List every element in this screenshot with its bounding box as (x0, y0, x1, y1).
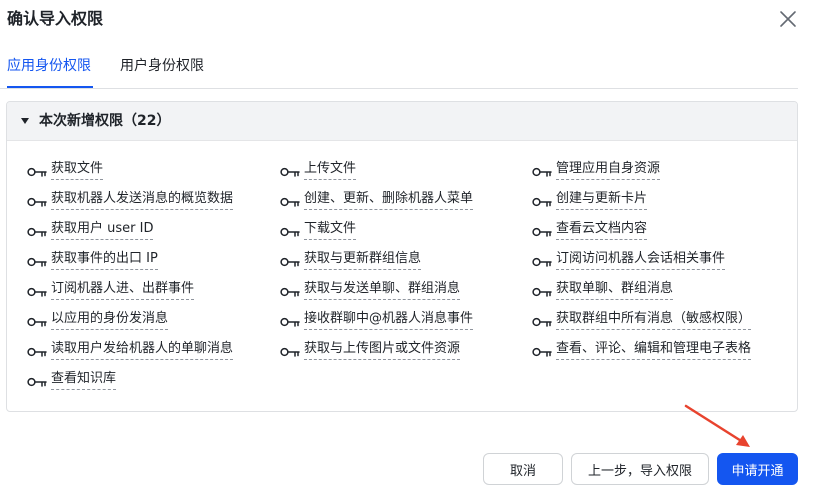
cancel-button[interactable]: 取消 (483, 453, 563, 485)
permission-label[interactable]: 下载文件 (304, 219, 357, 240)
permission-label[interactable]: 读取用户发给机器人的单聊消息 (51, 339, 234, 360)
permission-label[interactable]: 获取事件的出口 IP (51, 249, 158, 270)
permissions-panel: 本次新增权限（22） 获取文件获取机器人发送消息的概览数据 获取用户 user I… (6, 101, 798, 412)
back-button[interactable]: 上一步，导入权限 (571, 453, 709, 485)
tab-user-permissions[interactable]: 用户身份权限 (120, 56, 204, 76)
permission-item: 以应用的身份发消息 (27, 309, 169, 330)
permission-label[interactable]: 获取文件 (51, 159, 104, 180)
permission-item: 管理应用自身资源 (532, 159, 661, 180)
permission-item: 获取机器人发送消息的概览数据 (27, 189, 234, 210)
permission-item: 获取用户 user ID (27, 219, 154, 240)
permission-item: 获取事件的出口 IP (27, 249, 158, 270)
permission-label[interactable]: 创建与更新卡片 (556, 189, 648, 210)
permission-label[interactable]: 查看云文档内容 (556, 219, 648, 240)
key-icon (532, 313, 552, 327)
permission-item: 获取群组中所有消息（敏感权限） (532, 309, 752, 330)
permission-item: 获取与发送单聊、群组消息 (280, 279, 461, 300)
permission-item: 获取与上传图片或文件资源 (280, 339, 461, 360)
tab-bar: 应用身份权限 用户身份权限 (0, 50, 798, 89)
permission-label[interactable]: 以应用的身份发消息 (51, 309, 169, 330)
key-icon (532, 163, 552, 177)
caret-down-icon (21, 118, 29, 124)
tab-app-permissions[interactable]: 应用身份权限 (7, 56, 91, 76)
permission-label[interactable]: 查看知识库 (51, 369, 117, 390)
key-icon (27, 373, 47, 387)
key-icon (27, 223, 47, 237)
permission-label[interactable]: 创建、更新、删除机器人菜单 (304, 189, 474, 210)
permission-label[interactable]: 获取与更新群组信息 (304, 249, 422, 270)
permission-item: 下载文件 (280, 219, 357, 240)
permission-label[interactable]: 获取群组中所有消息（敏感权限） (556, 309, 752, 330)
permission-item: 接收群聊中@机器人消息事件 (280, 309, 474, 330)
permission-item: 获取与更新群组信息 (280, 249, 422, 270)
permission-label[interactable]: 管理应用自身资源 (556, 159, 661, 180)
permission-item: 读取用户发给机器人的单聊消息 (27, 339, 234, 360)
key-icon (532, 223, 552, 237)
close-icon (780, 11, 796, 27)
permission-label[interactable]: 获取机器人发送消息的概览数据 (51, 189, 234, 210)
key-icon (27, 313, 47, 327)
dialog-title: 确认导入权限 (7, 9, 104, 28)
permission-item: 创建与更新卡片 (532, 189, 648, 210)
close-button[interactable] (776, 7, 800, 31)
section-title: 本次新增权限（22） (39, 113, 171, 129)
permission-item: 获取单聊、群组消息 (532, 279, 674, 300)
permission-label[interactable]: 获取与上传图片或文件资源 (304, 339, 461, 360)
permission-item: 查看云文档内容 (532, 219, 648, 240)
permission-item: 创建、更新、删除机器人菜单 (280, 189, 474, 210)
key-icon (27, 283, 47, 297)
permission-item: 查看知识库 (27, 369, 117, 390)
key-icon (532, 283, 552, 297)
key-icon (280, 223, 300, 237)
permission-label[interactable]: 上传文件 (304, 159, 357, 180)
key-icon (532, 193, 552, 207)
key-icon (27, 253, 47, 267)
key-icon (532, 343, 552, 357)
key-icon (27, 193, 47, 207)
permission-item: 获取文件 (27, 159, 104, 180)
permission-item: 上传文件 (280, 159, 357, 180)
key-icon (280, 343, 300, 357)
permission-label[interactable]: 获取单聊、群组消息 (556, 279, 674, 300)
key-icon (27, 343, 47, 357)
key-icon (280, 283, 300, 297)
permission-label[interactable]: 订阅访问机器人会话相关事件 (556, 249, 726, 270)
key-icon (532, 253, 552, 267)
permission-label[interactable]: 接收群聊中@机器人消息事件 (304, 309, 474, 330)
key-icon (280, 163, 300, 177)
apply-button[interactable]: 申请开通 (717, 453, 798, 485)
section-header[interactable]: 本次新增权限（22） (7, 102, 797, 141)
key-icon (280, 193, 300, 207)
permission-label[interactable]: 查看、评论、编辑和管理电子表格 (556, 339, 752, 360)
permission-item: 订阅机器人进、出群事件 (27, 279, 195, 300)
key-icon (280, 313, 300, 327)
permission-label[interactable]: 订阅机器人进、出群事件 (51, 279, 195, 300)
permission-item: 订阅访问机器人会话相关事件 (532, 249, 726, 270)
annotation-arrow-icon (684, 404, 750, 447)
key-icon (280, 253, 300, 267)
permission-item: 查看、评论、编辑和管理电子表格 (532, 339, 752, 360)
active-tab-indicator (7, 86, 93, 88)
permission-label[interactable]: 获取用户 user ID (51, 219, 154, 240)
key-icon (27, 163, 47, 177)
permission-label[interactable]: 获取与发送单聊、群组消息 (304, 279, 461, 300)
